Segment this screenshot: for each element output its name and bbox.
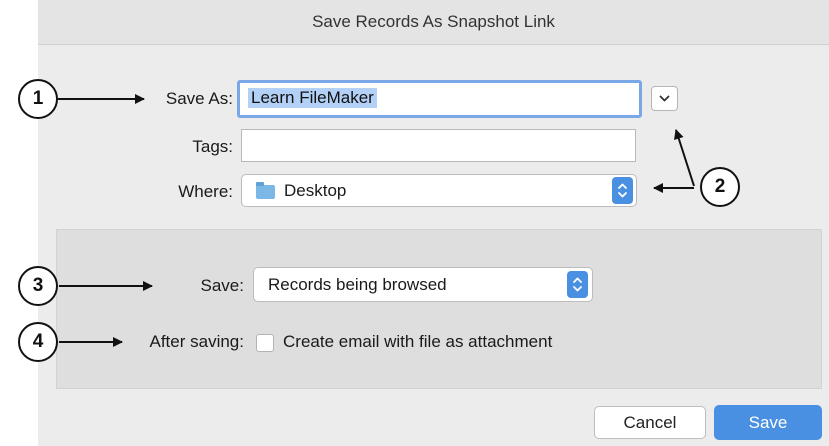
callout-2-arrow-up: [673, 129, 695, 187]
callout-3: 3: [18, 266, 58, 306]
annotation-arrows: [58, 94, 695, 347]
callout-4: 4: [18, 322, 58, 362]
callout-1: 1: [18, 79, 58, 119]
callout-2: 2: [700, 167, 740, 207]
